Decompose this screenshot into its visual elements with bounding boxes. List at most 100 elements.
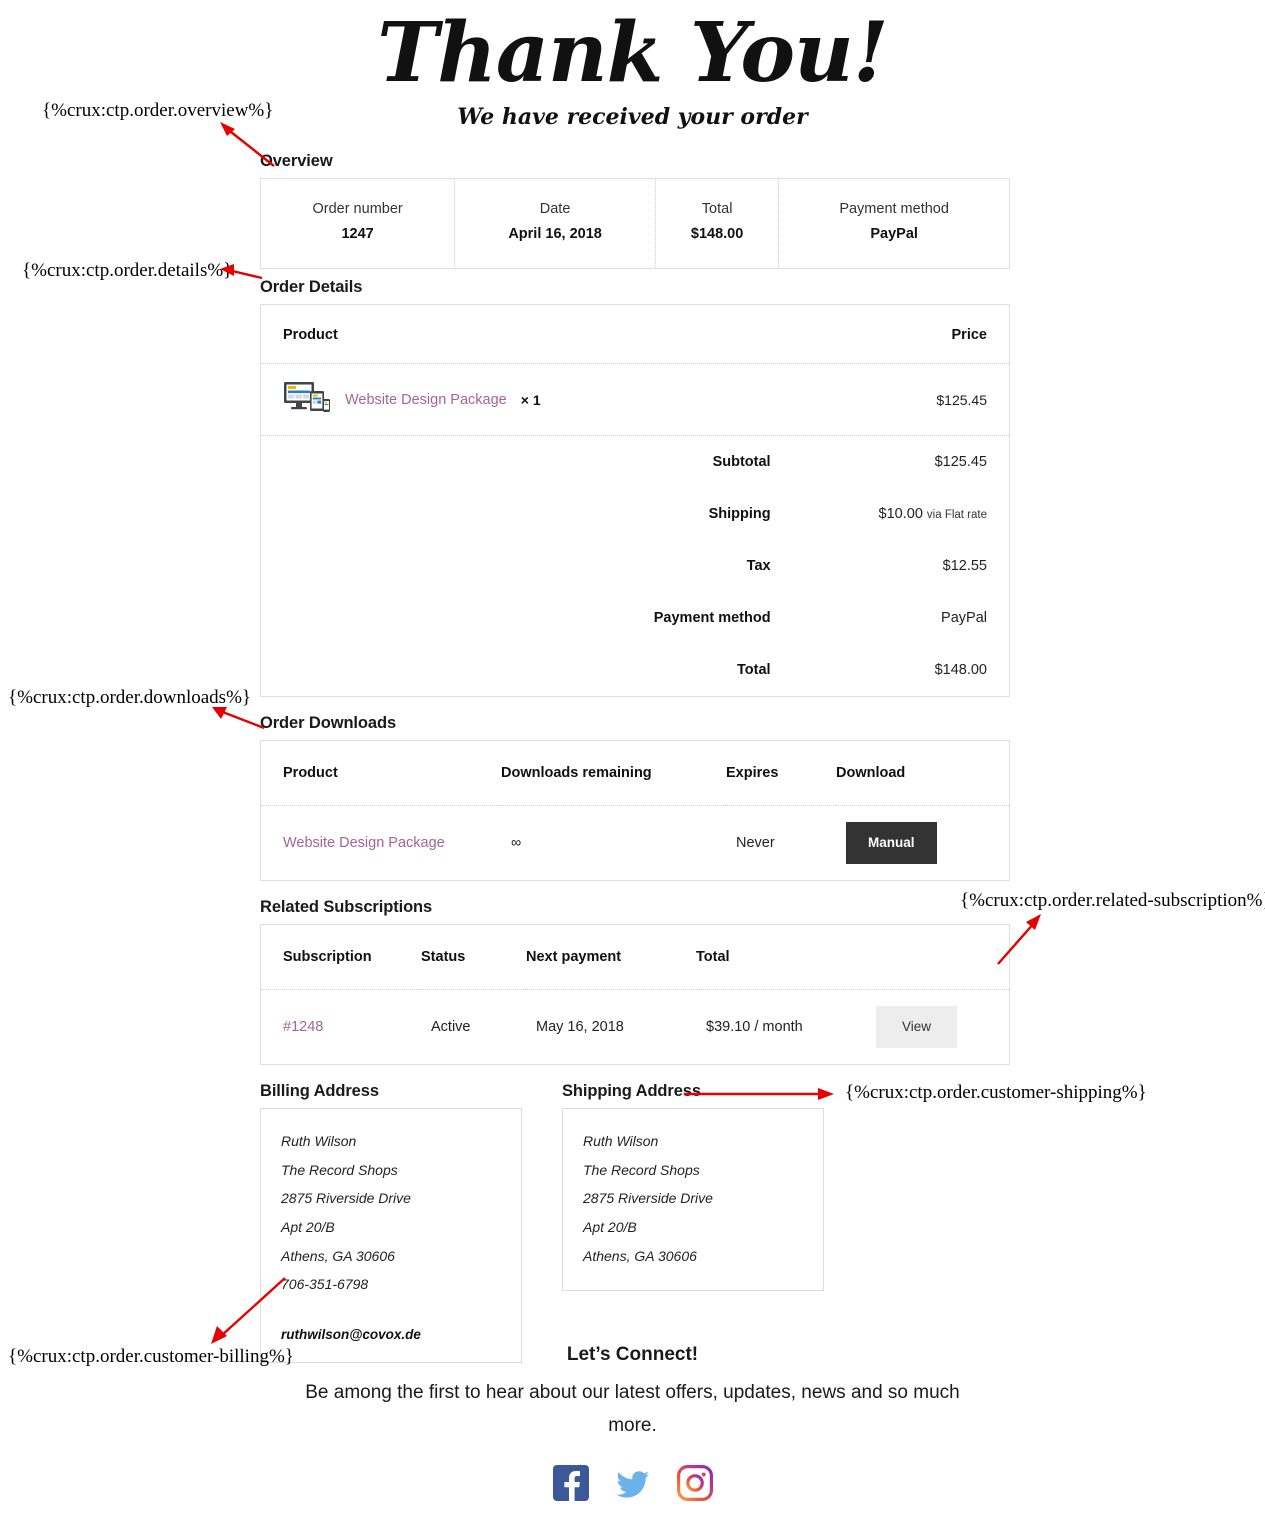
col-header-expires: Expires [726, 741, 836, 806]
order-details-table: Product Price Website Design Package × 1… [261, 305, 1009, 436]
twitter-icon[interactable] [615, 1465, 651, 1501]
annotation-overview-label: {%crux:ctp.order.overview%} [42, 100, 274, 121]
instagram-icon[interactable] [676, 1464, 713, 1501]
total-row-total: Total $148.00 [261, 644, 1009, 696]
col-header-actions [866, 925, 1009, 990]
billing-address-heading: Billing Address [260, 1082, 379, 1100]
shipping-address-block: Shipping Address Ruth Wilson The Record … [562, 1082, 824, 1363]
download-product-link[interactable]: Website Design Package [283, 835, 445, 851]
total-label: Shipping [708, 506, 771, 522]
footer-text: Be among the first to hear about our lat… [305, 1382, 960, 1437]
order-downloads-table-box: Product Downloads remaining Expires Down… [260, 740, 1010, 881]
overview-heading: Overview [260, 152, 333, 170]
order-downloads-section: Order Downloads Product Downloads remain… [260, 714, 1010, 881]
address-line: The Record Shops [583, 1161, 700, 1178]
total-row-tax: Tax $12.55 [261, 540, 1009, 592]
billing-address-block: Billing Address Ruth Wilson The Record S… [260, 1082, 522, 1364]
product-quantity: × 1 [520, 391, 541, 408]
col-header-status: Status [421, 925, 526, 990]
col-header-subscription: Subscription [261, 925, 421, 990]
annotation-customer-shipping-label: {%crux:ctp.order.customer-shipping%} [845, 1082, 1147, 1103]
subscription-total-value: $39.10 / month [706, 1018, 803, 1035]
overview-cell-order-number: Order number 1247 [261, 179, 456, 268]
total-label: Total [737, 662, 771, 678]
annotation-customer-billing-label: {%crux:ctp.order.customer-billing%} [8, 1346, 294, 1367]
total-value: $12.55 [785, 540, 1009, 592]
col-header-product: Product [261, 305, 831, 364]
related-subscriptions-section: Related Subscriptions Subscription Statu… [260, 898, 1010, 1065]
download-expires-value: Never [736, 834, 775, 851]
download-button-cell: Manual [836, 806, 1009, 880]
total-value: $125.45 [785, 436, 1009, 488]
downloads-remaining-value: ∞ [511, 834, 522, 851]
table-header-row: Subscription Status Next payment Total [261, 925, 1009, 990]
overview-label: Payment method [839, 201, 949, 217]
col-header-product: Product [261, 741, 501, 806]
overview-section: Overview Order number 1247 Date April 16… [260, 152, 1010, 269]
total-label: Subtotal [712, 454, 771, 470]
subscription-link[interactable]: #1248 [283, 1019, 323, 1035]
addresses-section: Billing Address Ruth Wilson The Record S… [260, 1082, 1010, 1364]
col-header-next-payment: Next payment [526, 925, 696, 990]
overview-value: $148.00 [690, 226, 744, 242]
related-subscriptions-heading: Related Subscriptions [260, 898, 433, 916]
download-manual-button[interactable]: Manual [846, 822, 937, 864]
subscription-id-cell: #1248 [261, 990, 421, 1064]
total-value: PayPal [785, 592, 1009, 644]
annotation-downloads-label: {%crux:ctp.order.downloads%} [8, 687, 252, 708]
shipping-method-note: via Flat rate [926, 509, 987, 521]
total-label: Tax [746, 558, 771, 574]
table-header-row: Product Downloads remaining Expires Down… [261, 741, 1009, 806]
product-price: $125.45 [830, 363, 1009, 436]
responsive-devices-image [283, 380, 331, 419]
overview-table-box: Order number 1247 Date April 16, 2018 To… [260, 178, 1010, 269]
overview-cell-total: Total $148.00 [655, 179, 780, 268]
col-header-price: Price [830, 305, 1009, 364]
total-amount: PayPal [941, 610, 987, 626]
address-line: The Record Shops [281, 1161, 398, 1178]
address-line: Apt 20/B [583, 1219, 637, 1236]
address-line: 2875 Riverside Drive [583, 1190, 713, 1207]
overview-label: Order number [312, 201, 403, 217]
next-payment-value: May 16, 2018 [536, 1018, 624, 1035]
col-header-total: Total [696, 925, 866, 990]
col-header-download: Download [836, 741, 1009, 806]
overview-value: 1247 [341, 226, 374, 242]
product-link[interactable]: Website Design Package [345, 392, 507, 408]
table-row: Website Design Package × 1 $125.45 [261, 363, 1009, 436]
overview-cell-date: Date April 16, 2018 [454, 179, 656, 268]
related-subscriptions-table: Subscription Status Next payment Total #… [261, 925, 1009, 1064]
facebook-icon[interactable] [552, 1464, 589, 1501]
address-line: Athens, GA 30606 [281, 1247, 395, 1264]
annotation-related-subscription-label: {%crux:ctp.order.related-subscription%} [960, 890, 1265, 911]
overview-value: PayPal [870, 226, 918, 242]
total-row-shipping: Shipping $10.00 via Flat rate [261, 488, 1009, 540]
overview-value: April 16, 2018 [508, 226, 602, 242]
col-header-downloads-remaining: Downloads remaining [501, 741, 726, 806]
shipping-address-box: Ruth Wilson The Record Shops 2875 Rivers… [562, 1108, 824, 1292]
subscription-action-cell: View [866, 990, 1009, 1064]
overview-label: Total [701, 201, 733, 217]
download-product-cell: Website Design Package [261, 806, 501, 880]
overview-label: Date [539, 201, 571, 217]
address-line: 2875 Riverside Drive [281, 1190, 411, 1207]
total-amount: $12.55 [942, 558, 987, 574]
status-badge: Active [431, 1018, 471, 1035]
address-email[interactable]: ruthwilson@covox.de [281, 1327, 501, 1342]
social-links [0, 1464, 1265, 1501]
address-line: Ruth Wilson [583, 1133, 659, 1149]
total-row-payment-method: Payment method PayPal [261, 592, 1009, 644]
address-line: Athens, GA 30606 [583, 1247, 697, 1264]
overview-table: Order number 1247 Date April 16, 2018 To… [261, 179, 1009, 268]
table-header-row: Product Price [261, 305, 1009, 364]
page-title: Thank You! [377, 5, 888, 101]
total-amount: $125.45 [934, 454, 987, 470]
billing-address-box: Ruth Wilson The Record Shops 2875 Rivers… [260, 1108, 522, 1364]
order-details-heading: Order Details [260, 278, 363, 296]
view-subscription-button[interactable]: View [876, 1006, 958, 1048]
product-cell: Website Design Package × 1 [261, 363, 831, 436]
order-downloads-table: Product Downloads remaining Expires Down… [261, 741, 1009, 880]
shipping-address-heading: Shipping Address [562, 1082, 701, 1100]
address-line: Apt 20/B [281, 1219, 335, 1236]
annotation-details-label: {%crux:ctp.order.details%} [22, 260, 233, 281]
